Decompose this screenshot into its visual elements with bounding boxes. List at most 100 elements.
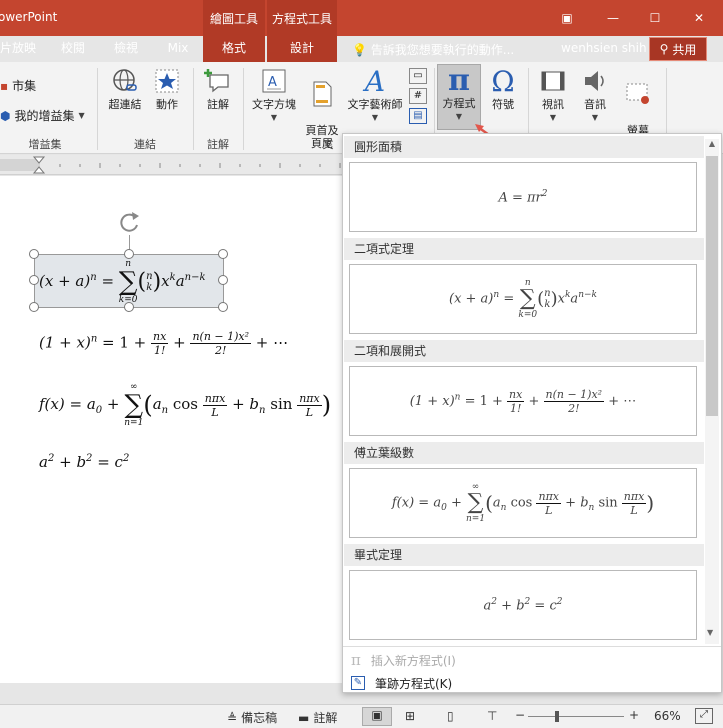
- g-eq3-f2-num: nπx: [621, 489, 647, 504]
- tab-review[interactable]: 校閱: [55, 36, 91, 62]
- chevron-down-icon: ▼: [270, 113, 278, 122]
- symbol-button[interactable]: Ω 符號: [485, 66, 521, 111]
- resize-handle[interactable]: [29, 302, 39, 312]
- g-eq1-lower: k=0: [518, 310, 538, 320]
- equation-pythagorean[interactable]: a2 + b2 = c2: [39, 453, 129, 471]
- textbox-button[interactable]: A 文字方塊 ▼: [248, 66, 300, 124]
- gallery-section-fourier: 傅立葉級數: [344, 442, 704, 464]
- tab-mix[interactable]: Mix: [160, 36, 196, 62]
- chevron-down-icon: ▼: [371, 113, 379, 122]
- minimize-button[interactable]: —: [590, 0, 636, 36]
- eq3-plus2: +: [227, 395, 250, 413]
- date-time-icon[interactable]: ▭: [409, 68, 427, 84]
- store-button[interactable]: ▪ 市集: [0, 77, 36, 94]
- eq3-f1-num: nπx: [202, 391, 228, 406]
- comments-status-button[interactable]: ▬ 註解: [298, 709, 337, 726]
- gallery-eq-expansion: (1 + x)n = 1 + nx 1! + n(n − 1)x² 2! + ⋯: [410, 388, 637, 415]
- gallery-scroll-thumb[interactable]: [706, 156, 718, 416]
- film-icon: [538, 66, 568, 96]
- resize-handle[interactable]: [29, 249, 39, 259]
- reading-view-button[interactable]: ▯: [447, 709, 454, 723]
- g-eq4-c: c: [549, 598, 557, 614]
- group-label-links: 連結: [134, 138, 156, 151]
- zoom-out-button[interactable]: −: [515, 708, 525, 722]
- slideshow-button[interactable]: ⊤: [487, 709, 497, 723]
- slide-number-icon[interactable]: #: [409, 88, 427, 104]
- header-footer-icon: [307, 79, 337, 109]
- zoom-slider-track[interactable]: [528, 716, 624, 717]
- wordart-button[interactable]: A 文字藝術師 ▼: [344, 66, 406, 124]
- tab-design[interactable]: 設計: [267, 36, 337, 62]
- gallery-item-fourier[interactable]: f(x) = a0 + ∞ ∑ n=1(an cos nπx L + bn sin n…: [349, 468, 697, 538]
- resize-handle[interactable]: [218, 249, 228, 259]
- comment-icon: ▬: [298, 710, 310, 725]
- audio-button[interactable]: 音訊 ▼: [576, 66, 614, 124]
- gallery-item-circle-area[interactable]: A = πr2: [349, 162, 697, 232]
- maximize-button[interactable]: ☐: [632, 0, 678, 36]
- user-name[interactable]: wenhsien shih: [561, 41, 647, 55]
- eq3-f1-den: L: [211, 405, 219, 419]
- resize-handle[interactable]: [218, 275, 228, 285]
- eq4-c: c: [114, 453, 123, 471]
- scroll-up-icon[interactable]: ▲: [705, 139, 719, 148]
- ribbon-separator: [243, 68, 244, 150]
- hyperlink-button[interactable]: 超連結: [104, 66, 146, 111]
- fit-to-window-button[interactable]: ⤢: [695, 708, 713, 724]
- share-button[interactable]: ⚲ 共用: [649, 37, 707, 61]
- eq2-f2-den: 2!: [215, 344, 227, 357]
- speaker-icon: [580, 66, 610, 96]
- gallery-eq-circle-sup: 2: [541, 188, 548, 199]
- gallery-item-expansion[interactable]: (1 + x)n = 1 + nx 1! + n(n − 1)x² 2! + ⋯: [349, 366, 697, 436]
- chevron-down-icon: ▼: [78, 111, 85, 120]
- video-button[interactable]: 視訊 ▼: [534, 66, 572, 124]
- tell-me-box[interactable]: 💡 告訴我您想要執行的動作...: [352, 41, 514, 58]
- gallery-section-expansion: 二項和展開式: [344, 340, 704, 362]
- g-eq2-mid: = 1 +: [460, 393, 508, 409]
- slide-sorter-button[interactable]: ⊞: [405, 709, 415, 723]
- ink-equation-item[interactable]: ✎ 筆跡方程式(K): [347, 672, 707, 694]
- person-add-icon: ⚲: [659, 42, 669, 56]
- resize-handle[interactable]: [29, 275, 39, 285]
- gallery-item-binomial[interactable]: (x + a)n = n ∑ k=0(n k)xkan−k: [349, 264, 697, 334]
- zoom-level[interactable]: 66%: [654, 709, 681, 723]
- comment-button[interactable]: 註解: [200, 66, 236, 111]
- slide-canvas[interactable]: [0, 176, 343, 683]
- insert-new-equation-label: 插入新方程式(I): [370, 653, 456, 668]
- equation-binomial-expansion[interactable]: (1 + x)n = 1 + nx 1! + n(n − 1)x² 2! + ⋯: [39, 330, 288, 357]
- object-icon[interactable]: ▤: [409, 108, 427, 124]
- horizontal-scrollbar[interactable]: [0, 683, 343, 704]
- eq2-fraction-1: nx 1!: [151, 330, 169, 357]
- g-eq3-plus: +: [446, 495, 466, 511]
- globe-link-icon: [110, 66, 140, 96]
- equation-binomial-theorem[interactable]: (x + a)n = n ∑ k=0(n k)xkan−k: [39, 259, 206, 305]
- pi-icon: π: [448, 62, 470, 98]
- g-eq1-equals: =: [499, 291, 519, 307]
- audio-label: 音訊: [584, 98, 606, 111]
- scroll-down-icon[interactable]: ▼: [707, 628, 713, 637]
- my-addins-button[interactable]: ⬢ 我的增益集 ▼: [0, 107, 85, 124]
- resize-handle[interactable]: [218, 302, 228, 312]
- zoom-in-button[interactable]: +: [629, 708, 639, 722]
- gallery-item-pythagorean[interactable]: a2 + b2 = c2: [349, 570, 697, 640]
- equation-fourier-series[interactable]: f(x) = a0 + ∞ ∑ n=1(an cos nπx L + bn sin n…: [39, 382, 331, 428]
- ribbon-options-button[interactable]: ▣: [544, 0, 590, 36]
- tab-view[interactable]: 檢視: [108, 36, 144, 62]
- tab-slideshow[interactable]: 片放映: [0, 36, 38, 62]
- minus-icon: −: [515, 708, 526, 722]
- action-button[interactable]: 動作: [150, 66, 184, 111]
- rotate-handle-icon[interactable]: [115, 209, 143, 237]
- share-label: 共用: [672, 42, 697, 57]
- horizontal-ruler[interactable]: [0, 155, 343, 175]
- notes-button[interactable]: ≜ 備忘稿: [227, 709, 277, 726]
- eq3-an: a: [152, 395, 162, 413]
- normal-view-button[interactable]: ▣: [362, 707, 392, 726]
- insert-new-equation-item[interactable]: π 插入新方程式(I): [347, 649, 707, 671]
- eq3-left: f(x) = a: [39, 395, 96, 413]
- zoom-slider-thumb[interactable]: [555, 711, 559, 722]
- close-button[interactable]: ✕: [676, 0, 722, 36]
- resize-handle[interactable]: [124, 249, 134, 259]
- tab-format[interactable]: 格式: [203, 36, 265, 62]
- ribbon-separator: [97, 68, 98, 150]
- eq4-a: a: [39, 453, 48, 471]
- g-eq2-f1-den: 1!: [509, 401, 522, 415]
